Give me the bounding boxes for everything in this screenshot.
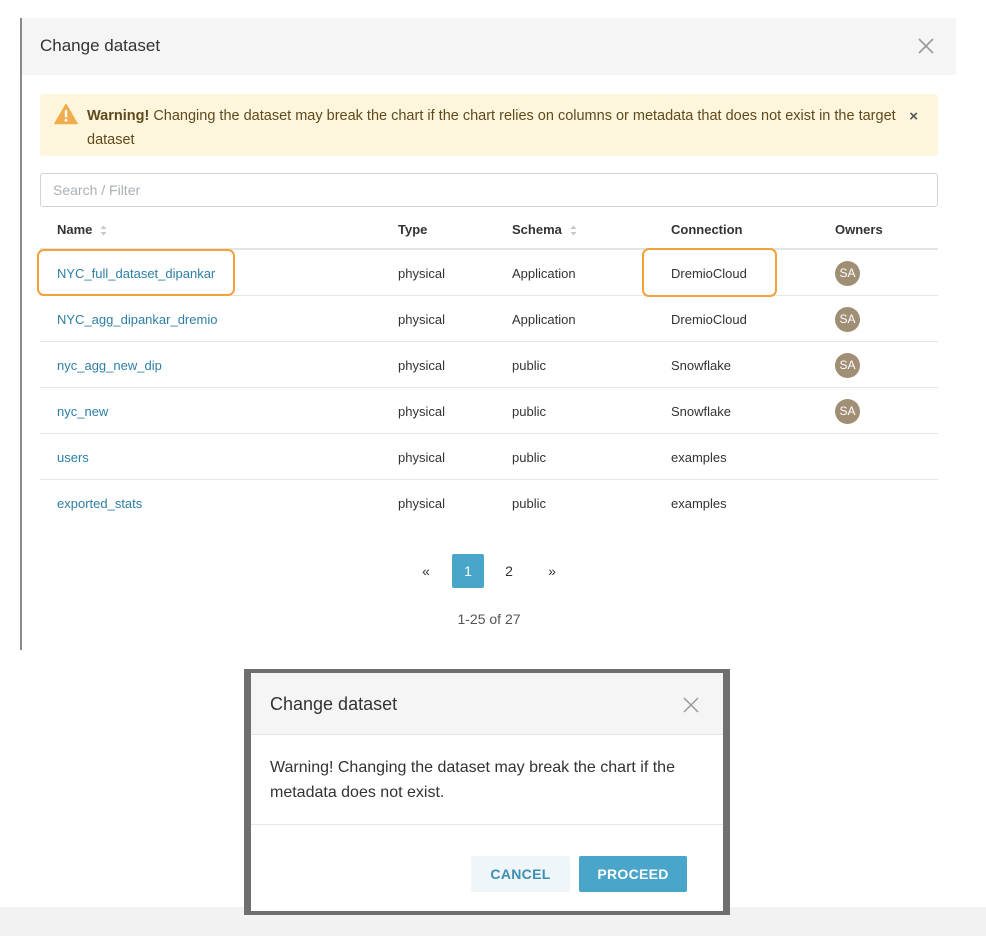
table-row[interactable]: nyc_agg_new_dip physical public Snowflak… [40, 342, 938, 388]
dataset-type: physical [398, 450, 445, 465]
dataset-connection: Snowflake [671, 358, 731, 373]
dataset-connection: DremioCloud [671, 312, 747, 327]
highlight-name [37, 249, 235, 296]
dataset-type: physical [398, 312, 445, 327]
warning-close-icon[interactable]: × [909, 108, 918, 125]
dataset-connection: examples [671, 496, 727, 511]
modal-header: Change dataset [22, 18, 956, 75]
warning-strong: Warning! [87, 108, 150, 124]
owner-avatar: SA [835, 261, 860, 286]
sort-icon[interactable] [570, 224, 577, 236]
dataset-schema: public [512, 496, 546, 511]
column-header-name[interactable]: Name [57, 222, 107, 237]
table-row[interactable]: users physical public examples [40, 434, 938, 480]
change-dataset-modal: Change dataset Warning! Changing the dat… [20, 18, 956, 650]
dataset-name-link[interactable]: exported_stats [57, 496, 142, 511]
owner-avatar: SA [835, 353, 860, 378]
confirm-modal-title: Change dataset [270, 694, 398, 714]
dataset-name-link[interactable]: nyc_agg_new_dip [57, 358, 162, 373]
column-header-owners: Owners [835, 222, 883, 237]
column-header-connection: Connection [671, 222, 743, 237]
dataset-connection: examples [671, 450, 727, 465]
dataset-name-link[interactable]: nyc_new [57, 404, 108, 419]
dataset-type: physical [398, 358, 445, 373]
dataset-connection: Snowflake [671, 404, 731, 419]
confirm-modal: Change dataset Warning! Changing the dat… [251, 673, 723, 911]
confirm-modal-message: Warning! Changing the dataset may break … [270, 759, 675, 801]
dataset-type: physical [398, 404, 445, 419]
dataset-name-link[interactable]: NYC_agg_dipankar_dremio [57, 312, 217, 327]
owner-avatar: SA [835, 399, 860, 424]
confirm-modal-header: Change dataset [251, 673, 723, 735]
close-icon[interactable] [681, 695, 701, 715]
column-header-schema[interactable]: Schema [512, 222, 577, 237]
search-input[interactable] [40, 173, 938, 207]
warning-triangle-icon [54, 103, 78, 125]
dataset-schema: public [512, 450, 546, 465]
pagination-next[interactable]: » [544, 554, 560, 588]
pagination-page-2[interactable]: 2 [498, 554, 520, 588]
dataset-schema: public [512, 358, 546, 373]
pagination-page-1[interactable]: 1 [452, 554, 484, 588]
pagination: « 1 2 » [22, 554, 956, 588]
table-row[interactable]: NYC_agg_dipankar_dremio physical Applica… [40, 296, 938, 342]
highlight-connection [642, 248, 777, 297]
divider [251, 824, 723, 825]
owner-avatar: SA [835, 307, 860, 332]
dataset-name-link[interactable]: users [57, 450, 89, 465]
dataset-schema: Application [512, 312, 576, 327]
table-header: Name Type Schema Connection Owners [40, 215, 938, 250]
close-icon[interactable] [914, 34, 938, 58]
warning-message: Changing the dataset may break the chart… [87, 108, 896, 148]
modal-title: Change dataset [40, 36, 161, 55]
pagination-range: 1-25 of 27 [457, 611, 521, 627]
dataset-schema: Application [512, 266, 576, 281]
dataset-type: physical [398, 496, 445, 511]
warning-text: Warning! Changing the dataset may break … [87, 104, 897, 152]
column-header-type: Type [398, 222, 428, 237]
proceed-button[interactable]: PROCEED [579, 856, 687, 892]
cancel-button[interactable]: CANCEL [471, 856, 570, 892]
warning-banner: Warning! Changing the dataset may break … [40, 94, 938, 156]
sort-icon[interactable] [100, 224, 107, 236]
table-row[interactable]: nyc_new physical public Snowflake SA [40, 388, 938, 434]
table-row[interactable]: exported_stats physical public examples [40, 480, 938, 526]
dataset-type: physical [398, 266, 445, 281]
pagination-prev[interactable]: « [418, 554, 434, 588]
dataset-schema: public [512, 404, 546, 419]
